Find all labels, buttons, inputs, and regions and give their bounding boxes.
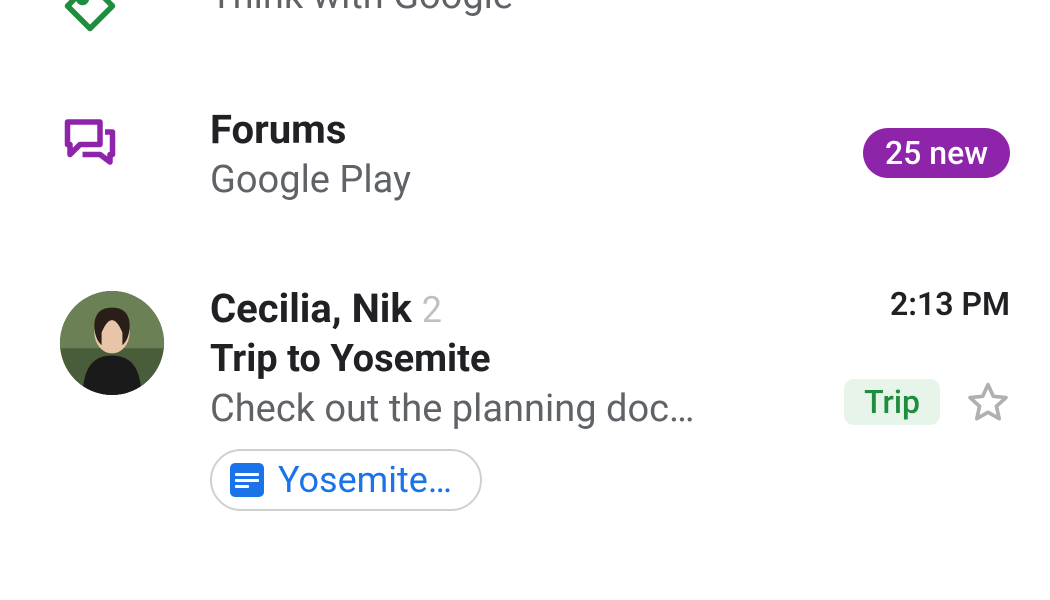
- email-subject: Trip to Yosemite: [210, 337, 810, 381]
- category-item-forums[interactable]: Forums Google Play 25 new: [0, 106, 1050, 205]
- tag-icon: [60, 0, 120, 36]
- email-preview: Check out the planning doc…: [210, 387, 694, 431]
- email-time: 2:13 PM: [890, 285, 1010, 323]
- email-sender: Cecilia, Nik: [210, 285, 412, 333]
- category-subtitle: Google Play: [210, 156, 810, 205]
- attachment-label: Yosemite…: [278, 459, 452, 501]
- unread-badge: 25 new: [863, 128, 1010, 178]
- category-title: Forums: [210, 106, 810, 154]
- category-subtitle: Think with Google: [210, 0, 810, 21]
- label-chip[interactable]: Trip: [844, 379, 940, 425]
- email-item[interactable]: Cecilia, Nik 2 Trip to Yosemite Check ou…: [0, 285, 1050, 511]
- thread-count: 2: [422, 289, 442, 331]
- avatar: [60, 291, 164, 395]
- category-item-promotions[interactable]: Think with Google: [0, 0, 1050, 36]
- forums-icon: [60, 112, 120, 172]
- doc-icon: [230, 463, 264, 497]
- inbox-list: Think with Google Forums Google Play 25 …: [0, 0, 1050, 511]
- attachment-chip[interactable]: Yosemite…: [210, 449, 482, 511]
- star-icon[interactable]: [966, 380, 1010, 424]
